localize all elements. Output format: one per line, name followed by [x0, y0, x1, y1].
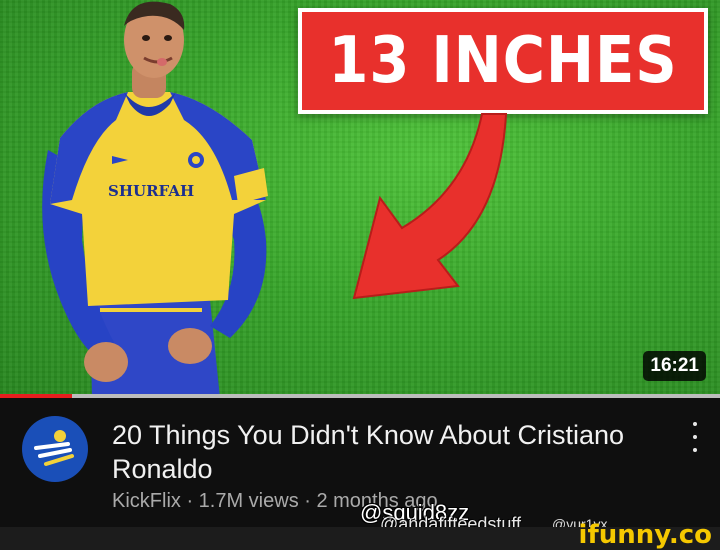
ifunny-logo: ifunny.co — [578, 520, 712, 550]
video-title[interactable]: 20 Things You Didn't Know About Cristian… — [112, 418, 652, 486]
channel-logo-icon — [34, 430, 74, 466]
player-figure: SHURFAH — [42, 1, 268, 398]
red-arrow-graphic — [352, 113, 508, 300]
channel-avatar[interactable] — [22, 416, 88, 482]
jersey-sponsor-text: SHURFAH — [108, 182, 194, 200]
more-options-icon[interactable] — [688, 422, 702, 452]
duration-badge: 16:21 — [643, 351, 706, 381]
headline-banner: 13 INCHES — [298, 8, 708, 114]
video-thumbnail[interactable]: SHURFAH 13 INCHES 16:21 — [0, 0, 720, 398]
headline-text: 13 INCHES — [328, 24, 678, 98]
